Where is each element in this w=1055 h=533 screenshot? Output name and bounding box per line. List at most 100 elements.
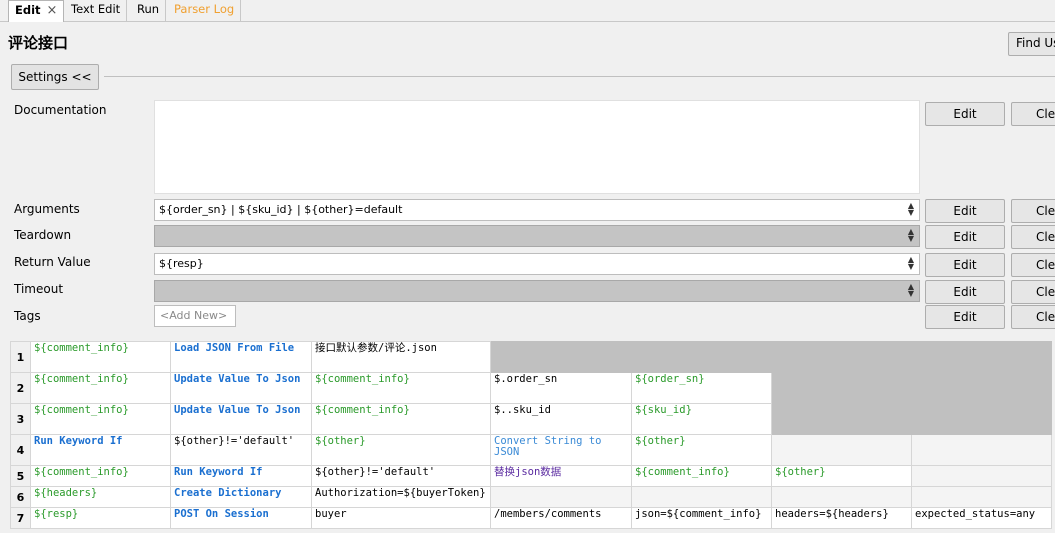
grid-cell[interactable]: [911, 434, 1052, 466]
grid-cell[interactable]: ${comment_info}: [30, 341, 171, 373]
grid-cell[interactable]: Run Keyword If: [170, 465, 312, 487]
grid-cell[interactable]: Create Dictionary: [170, 486, 312, 508]
return-value-edit-button[interactable]: Edit: [925, 253, 1005, 277]
return-value-clear-button[interactable]: Cle: [1011, 253, 1055, 277]
grid-cell[interactable]: [911, 341, 1052, 373]
grid-cell[interactable]: ${comment_info}: [30, 465, 171, 487]
return-value-field[interactable]: ${resp} ▲ ▼: [154, 253, 920, 275]
grid-cell[interactable]: ${other}: [631, 434, 772, 466]
grid-cell[interactable]: ${order_sn}: [631, 372, 772, 404]
teardown-edit-button[interactable]: Edit: [925, 225, 1005, 249]
grid-cell[interactable]: [771, 372, 912, 404]
grid-cell[interactable]: ${other}!='default': [170, 434, 312, 466]
find-usages-button[interactable]: Find Us: [1008, 32, 1055, 56]
add-tag-button[interactable]: <Add New>: [154, 305, 236, 327]
grid-cell[interactable]: ${comment_info}: [311, 372, 491, 404]
tab-edit-label: Edit: [15, 3, 41, 17]
grid-cell[interactable]: ${comment_info}: [311, 403, 491, 435]
arguments-label: Arguments: [14, 202, 80, 216]
grid-cell[interactable]: 接口默认参数/评论.json: [311, 341, 491, 373]
row-number[interactable]: 5: [10, 465, 31, 487]
grid-cell[interactable]: Convert String to JSON: [490, 434, 632, 466]
grid-cell[interactable]: ${other}!='default': [311, 465, 491, 487]
grid-cell[interactable]: $..sku_id: [490, 403, 632, 435]
tags-clear-button[interactable]: Cle: [1011, 305, 1055, 329]
row-number[interactable]: 1: [10, 341, 31, 373]
tab-edit[interactable]: Edit ×: [8, 0, 65, 22]
teardown-field[interactable]: ▲ ▼: [154, 225, 920, 247]
grid-cell[interactable]: [490, 486, 632, 508]
grid-cell[interactable]: Update Value To Json: [170, 403, 312, 435]
arguments-clear-button[interactable]: Cle: [1011, 199, 1055, 223]
spinner-icon[interactable]: ▲ ▼: [905, 256, 917, 272]
tab-parser-log-label: Parser Log: [174, 2, 235, 16]
grid-cell[interactable]: [631, 341, 772, 373]
grid-cell[interactable]: [771, 341, 912, 373]
tab-run[interactable]: Run: [131, 0, 167, 21]
grid-cell[interactable]: ${comment_info}: [30, 403, 171, 435]
row-number[interactable]: 3: [10, 403, 31, 435]
teardown-clear-button[interactable]: Cle: [1011, 225, 1055, 249]
grid-cell[interactable]: Run Keyword If: [30, 434, 171, 466]
row-number[interactable]: 2: [10, 372, 31, 404]
grid-cell[interactable]: [771, 403, 912, 435]
close-icon[interactable]: ×: [47, 3, 58, 18]
row-number[interactable]: 4: [10, 434, 31, 466]
settings-toggle-button[interactable]: Settings <<: [11, 64, 99, 90]
arguments-field[interactable]: ${order_sn} | ${sku_id} | ${other}=defau…: [154, 199, 920, 221]
documentation-field[interactable]: [154, 100, 920, 194]
grid-cell[interactable]: ${sku_id}: [631, 403, 772, 435]
grid-cell[interactable]: json=${comment_info}: [631, 507, 772, 529]
tab-text-edit[interactable]: Text Edit: [65, 0, 128, 21]
table-row: 1 ${comment_info} Load JSON From File 接口…: [10, 341, 1052, 373]
return-value-value: ${resp}: [159, 257, 204, 270]
grid-cell[interactable]: [911, 465, 1052, 487]
table-row: 6 ${headers} Create Dictionary Authoriza…: [10, 486, 1052, 508]
table-row: 7 ${resp} POST On Session buyer /members…: [10, 507, 1052, 529]
tab-run-label: Run: [137, 2, 160, 16]
grid-cell[interactable]: [490, 341, 632, 373]
grid-cell[interactable]: [911, 486, 1052, 508]
grid-cell[interactable]: /members/comments: [490, 507, 632, 529]
grid-cell[interactable]: headers=${headers}: [771, 507, 912, 529]
grid-cell[interactable]: ${other}: [311, 434, 491, 466]
settings-divider: [104, 76, 1055, 77]
grid-cell[interactable]: Authorization=${buyerToken}: [311, 486, 491, 508]
row-number[interactable]: 7: [10, 507, 31, 529]
tab-parser-log[interactable]: Parser Log: [168, 0, 242, 21]
grid-cell[interactable]: ${resp}: [30, 507, 171, 529]
timeout-edit-button[interactable]: Edit: [925, 280, 1005, 304]
grid-cell[interactable]: Update Value To Json: [170, 372, 312, 404]
table-row: 2 ${comment_info} Update Value To Json $…: [10, 372, 1052, 404]
timeout-clear-button[interactable]: Cle: [1011, 280, 1055, 304]
keyword-title: 评论接口: [8, 34, 69, 52]
documentation-edit-button[interactable]: Edit: [925, 102, 1005, 126]
arguments-edit-button[interactable]: Edit: [925, 199, 1005, 223]
arguments-value: ${order_sn} | ${sku_id} | ${other}=defau…: [159, 203, 403, 216]
grid-cell[interactable]: $.order_sn: [490, 372, 632, 404]
grid-cell[interactable]: ${headers}: [30, 486, 171, 508]
grid-cell[interactable]: [771, 434, 912, 466]
grid-cell[interactable]: Load JSON From File: [170, 341, 312, 373]
grid-cell[interactable]: POST On Session: [170, 507, 312, 529]
grid-cell[interactable]: ${other}: [771, 465, 912, 487]
row-number[interactable]: 6: [10, 486, 31, 508]
spinner-icon[interactable]: ▲ ▼: [905, 228, 917, 244]
documentation-clear-button[interactable]: Cle: [1011, 102, 1055, 126]
grid-cell[interactable]: ${comment_info}: [30, 372, 171, 404]
grid-cell[interactable]: 替换json数据: [490, 465, 632, 487]
timeout-field[interactable]: ▲ ▼: [154, 280, 920, 302]
documentation-label: Documentation: [14, 103, 107, 117]
grid-cell[interactable]: [911, 372, 1052, 404]
spinner-icon[interactable]: ▲ ▼: [905, 283, 917, 299]
grid-cell[interactable]: ${comment_info}: [631, 465, 772, 487]
grid-cell[interactable]: buyer: [311, 507, 491, 529]
spinner-icon[interactable]: ▲ ▼: [905, 202, 917, 218]
tags-edit-button[interactable]: Edit: [925, 305, 1005, 329]
grid-cell[interactable]: [771, 486, 912, 508]
timeout-label: Timeout: [14, 282, 64, 296]
grid-cell[interactable]: [911, 403, 1052, 435]
grid-cell[interactable]: [631, 486, 772, 508]
grid-cell[interactable]: expected_status=any: [911, 507, 1052, 529]
return-value-label: Return Value: [14, 255, 91, 269]
